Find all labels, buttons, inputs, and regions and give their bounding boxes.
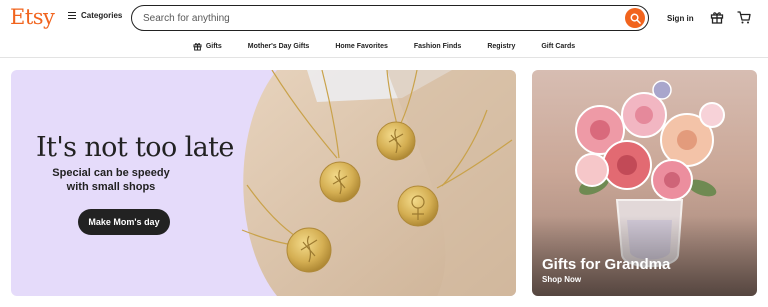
gifts-for-grandma-card[interactable]: Gifts for Grandma Shop Now (532, 70, 757, 296)
hero-subtitle-line: Special can be speedy (52, 167, 170, 179)
subnav-item-fashion-finds[interactable]: Fashion Finds (401, 36, 474, 56)
search-bar (131, 5, 649, 31)
search-icon (630, 13, 641, 24)
hero-title: It's not too late (36, 132, 234, 163)
gift-icon (193, 42, 202, 51)
search-input[interactable] (143, 11, 613, 25)
subnav-item-gift-cards[interactable]: Gift Cards (528, 36, 588, 56)
pendant-necklaces-image (241, 70, 516, 296)
subnav-label: Registry (487, 42, 516, 50)
hero-banner[interactable]: It's not too late Special can be speedy … (11, 70, 516, 296)
subnav-label: Mother's Day Gifts (247, 42, 310, 50)
subnav-item-registry[interactable]: Registry (474, 36, 528, 56)
subnav-label: Home Favorites (335, 42, 388, 50)
subnav-item-home-favorites[interactable]: Home Favorites (322, 36, 401, 56)
hero-subtitle-line: with small shops (66, 181, 156, 193)
categories-button[interactable]: Categories (68, 11, 122, 20)
subnav-label: Gift Cards (541, 42, 576, 50)
menu-icon (68, 12, 76, 20)
gift-icon[interactable] (710, 11, 724, 24)
header: Etsy Categories Sign in (0, 0, 768, 36)
cart-icon[interactable] (737, 11, 751, 24)
subnav-item-mothers-day-gifts[interactable]: Mother's Day Gifts (235, 36, 323, 56)
subnav-item-gifts[interactable]: Gifts (180, 36, 235, 56)
search-button[interactable] (625, 8, 645, 28)
subnav-label: Fashion Finds (413, 42, 462, 50)
subnav-label: Gifts (205, 42, 222, 50)
header-divider (0, 57, 768, 58)
sub-navigation: Gifts Mother's Day Gifts Home Favorites … (0, 36, 768, 56)
make-moms-day-button[interactable]: Make Mom's day (78, 209, 170, 235)
card-title: Gifts for Grandma (542, 256, 671, 273)
categories-label: Categories (81, 11, 123, 20)
sign-in-link[interactable]: Sign in (667, 14, 694, 23)
etsy-logo[interactable]: Etsy (10, 5, 55, 29)
hero-subtitle: Special can be speedy with small shops (11, 166, 211, 194)
shop-now-link[interactable]: Shop Now (542, 275, 581, 284)
